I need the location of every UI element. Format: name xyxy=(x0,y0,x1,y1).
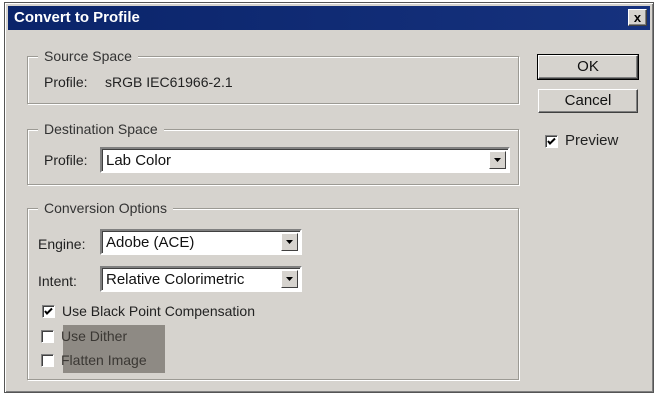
use-dither-checkbox[interactable] xyxy=(41,330,54,343)
chevron-down-icon[interactable] xyxy=(281,270,298,288)
engine-value: Adobe (ACE) xyxy=(106,234,195,251)
intent-select[interactable]: Relative Colorimetric xyxy=(100,266,302,292)
chevron-down-icon[interactable] xyxy=(281,233,298,251)
chevron-down-icon[interactable] xyxy=(489,151,506,169)
destination-space-group: Destination Space Profile: Lab Color xyxy=(27,120,519,185)
conversion-options-legend: Conversion Options xyxy=(38,199,173,217)
black-point-label: Use Black Point Compensation xyxy=(62,303,255,319)
destination-space-legend: Destination Space xyxy=(38,120,164,138)
source-space-legend: Source Space xyxy=(38,47,138,65)
close-icon: x xyxy=(633,10,642,25)
title-bar: Convert to Profile x xyxy=(8,6,650,30)
destination-profile-select[interactable]: Lab Color xyxy=(100,147,510,173)
engine-select[interactable]: Adobe (ACE) xyxy=(100,229,302,255)
use-dither-label: Use Dither xyxy=(61,328,128,344)
cancel-button[interactable]: Cancel xyxy=(538,89,638,113)
destination-profile-label: Profile: xyxy=(44,152,88,168)
source-space-group: Source Space Profile: sRGB IEC61966-2.1 xyxy=(27,47,519,104)
intent-label: Intent: xyxy=(38,273,77,289)
preview-label: Preview xyxy=(565,132,619,149)
ok-button[interactable]: OK xyxy=(537,54,639,80)
destination-profile-value: Lab Color xyxy=(106,152,172,169)
engine-label: Engine: xyxy=(38,236,86,252)
source-profile-value: sRGB IEC61966-2.1 xyxy=(105,74,233,90)
preview-checkbox[interactable] xyxy=(545,135,558,148)
black-point-checkbox[interactable] xyxy=(42,305,55,318)
convert-to-profile-dialog: Convert to Profile x Source Space Profil… xyxy=(4,2,654,393)
flatten-image-checkbox[interactable] xyxy=(41,354,54,367)
intent-value: Relative Colorimetric xyxy=(106,271,245,288)
checkmark-icon xyxy=(44,307,53,315)
dialog-title: Convert to Profile xyxy=(14,9,140,26)
flatten-image-label: Flatten Image xyxy=(61,352,147,368)
checkmark-icon xyxy=(547,137,556,145)
source-profile-label: Profile: xyxy=(44,74,88,90)
close-button[interactable]: x xyxy=(628,9,647,26)
